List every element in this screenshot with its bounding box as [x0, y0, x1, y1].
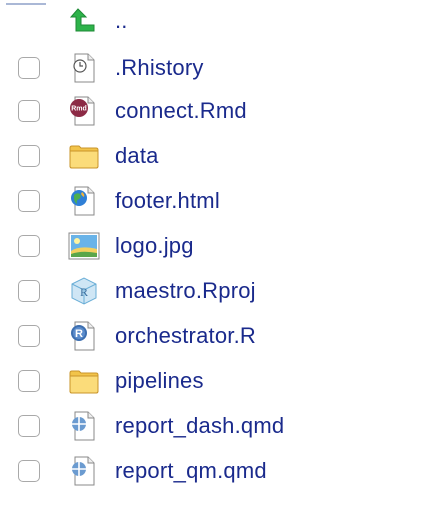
file-name[interactable]: connect.Rmd	[115, 98, 247, 124]
file-checkbox[interactable]	[18, 189, 40, 212]
file-name[interactable]: maestro.Rproj	[115, 278, 256, 304]
file-checkbox[interactable]	[18, 369, 40, 392]
qmd-file-icon	[68, 455, 100, 487]
rproj-file-icon: R	[68, 275, 100, 307]
file-row[interactable]: data	[0, 133, 434, 178]
file-row[interactable]: R orchestrator.R	[0, 313, 434, 358]
file-checkbox[interactable]	[18, 99, 40, 122]
file-name[interactable]: .Rhistory	[115, 55, 204, 81]
history-file-icon	[68, 52, 100, 84]
file-name[interactable]: pipelines	[115, 368, 204, 394]
up-arrow-icon[interactable]	[68, 5, 100, 37]
svg-text:Rmd: Rmd	[71, 105, 87, 112]
file-checkbox[interactable]	[18, 414, 40, 437]
folder-icon	[68, 365, 100, 397]
file-name[interactable]: orchestrator.R	[115, 323, 256, 349]
file-row[interactable]: report_qm.qmd	[0, 448, 434, 493]
svg-text:R: R	[75, 328, 83, 340]
file-name[interactable]: logo.jpg	[115, 233, 194, 259]
file-row[interactable]: footer.html	[0, 178, 434, 223]
file-checkbox[interactable]	[18, 279, 40, 302]
file-row-parent[interactable]: ..	[0, 0, 434, 43]
file-row[interactable]: pipelines	[0, 358, 434, 403]
qmd-file-icon	[68, 410, 100, 442]
rmd-file-icon: Rmd	[68, 95, 100, 127]
folder-icon	[68, 140, 100, 172]
file-name[interactable]: report_qm.qmd	[115, 458, 267, 484]
file-row[interactable]: Rmd connect.Rmd	[0, 88, 434, 133]
svg-text:R: R	[80, 285, 88, 299]
file-name[interactable]: footer.html	[115, 188, 220, 214]
file-name[interactable]: ..	[115, 8, 128, 34]
file-row[interactable]: logo.jpg	[0, 223, 434, 268]
file-name[interactable]: report_dash.qmd	[115, 413, 284, 439]
html-file-icon	[68, 185, 100, 217]
r-file-icon: R	[68, 320, 100, 352]
file-row[interactable]: report_dash.qmd	[0, 403, 434, 448]
file-checkbox[interactable]	[18, 459, 40, 482]
file-row[interactable]: .Rhistory	[0, 45, 434, 90]
file-row[interactable]: R maestro.Rproj	[0, 268, 434, 313]
image-file-icon	[68, 230, 100, 262]
file-checkbox[interactable]	[18, 324, 40, 347]
file-checkbox[interactable]	[18, 144, 40, 167]
file-checkbox[interactable]	[18, 56, 40, 79]
file-checkbox[interactable]	[18, 234, 40, 257]
file-name[interactable]: data	[115, 143, 159, 169]
